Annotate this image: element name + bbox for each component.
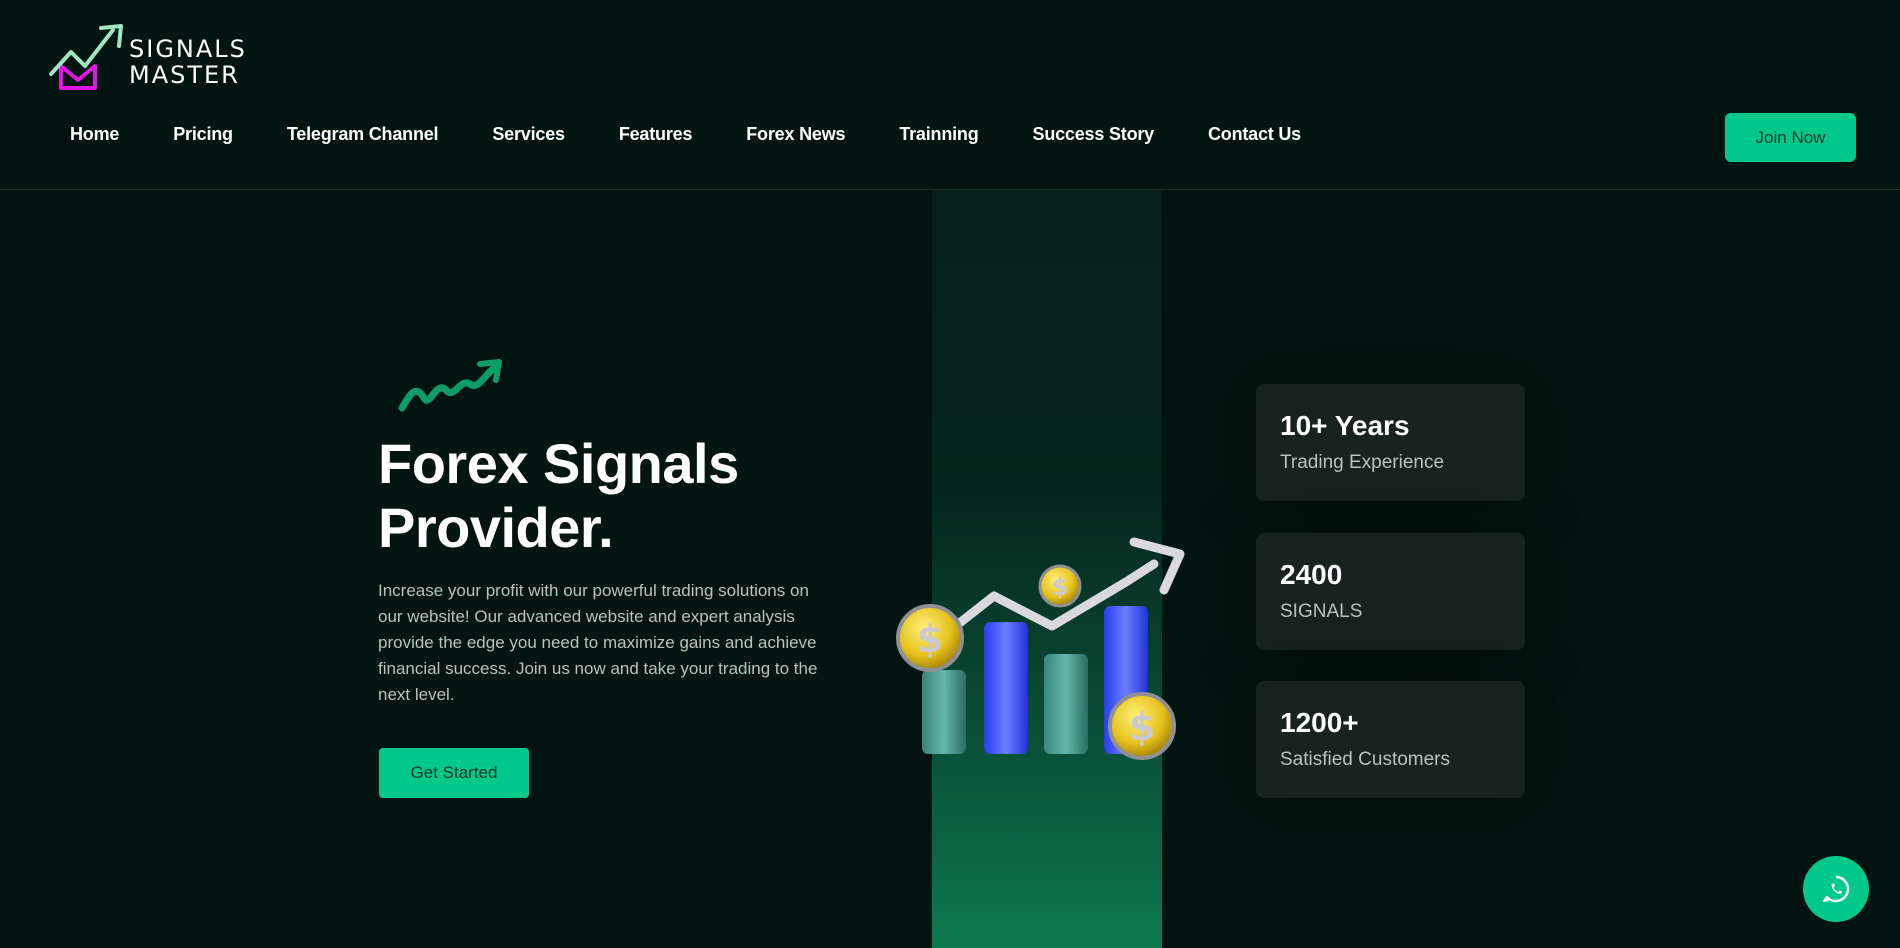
join-now-button[interactable]: Join Now xyxy=(1725,113,1856,162)
whatsapp-button[interactable] xyxy=(1803,856,1869,922)
stat-card-customers: 1200+ Satisfied Customers xyxy=(1256,681,1525,798)
stat-label: Trading Experience xyxy=(1280,452,1445,473)
stat-label: Satisfied Customers xyxy=(1280,749,1451,770)
main-nav: Home Pricing Telegram Channel Services F… xyxy=(70,124,1355,152)
nav-item-services[interactable]: Services xyxy=(492,124,565,152)
stat-value: 2400 xyxy=(1280,559,1343,590)
nav-item-contact-us[interactable]: Contact Us xyxy=(1208,124,1301,152)
whatsapp-icon xyxy=(1822,875,1850,903)
hero-title: Forex Signals Provider. xyxy=(378,432,878,560)
brand-line2: MASTER xyxy=(129,61,240,89)
nav-item-home[interactable]: Home xyxy=(70,124,119,152)
hero-description: Increase your profit with our powerful t… xyxy=(378,581,818,704)
hero-title-line2: Provider. xyxy=(378,496,614,559)
svg-text:$: $ xyxy=(1052,573,1069,601)
bar-chart-illustration: $ $ $ xyxy=(896,537,1185,760)
nav-item-success-story[interactable]: Success Story xyxy=(1033,124,1155,152)
brand-name: SIGNALS MASTER xyxy=(129,36,247,88)
site-header: SIGNALS MASTER Home Pricing Telegram Cha… xyxy=(0,0,1900,190)
hero-title-line1: Forex Signals xyxy=(378,432,739,495)
nav-item-forex-news[interactable]: Forex News xyxy=(746,124,845,152)
get-started-button[interactable]: Get Started xyxy=(379,748,529,798)
svg-text:$: $ xyxy=(1129,705,1155,749)
stat-label: SIGNALS xyxy=(1280,601,1363,622)
brand-logo[interactable]: SIGNALS MASTER xyxy=(47,24,262,92)
stat-value: 1200+ xyxy=(1280,707,1359,738)
nav-item-features[interactable]: Features xyxy=(619,124,693,152)
svg-text:$: $ xyxy=(917,617,943,661)
nav-item-telegram-channel[interactable]: Telegram Channel xyxy=(287,124,439,152)
nav-item-pricing[interactable]: Pricing xyxy=(173,124,233,152)
stat-card-experience: 10+ Years Trading Experience xyxy=(1256,384,1525,501)
brand-line1: SIGNALS xyxy=(129,35,247,63)
trend-up-arrow-icon xyxy=(49,24,123,90)
stat-card-signals: 2400 SIGNALS xyxy=(1256,533,1525,650)
stat-value: 10+ Years xyxy=(1280,410,1410,441)
nav-item-training[interactable]: Trainning xyxy=(899,124,978,152)
zigzag-arrow-icon xyxy=(398,359,502,412)
